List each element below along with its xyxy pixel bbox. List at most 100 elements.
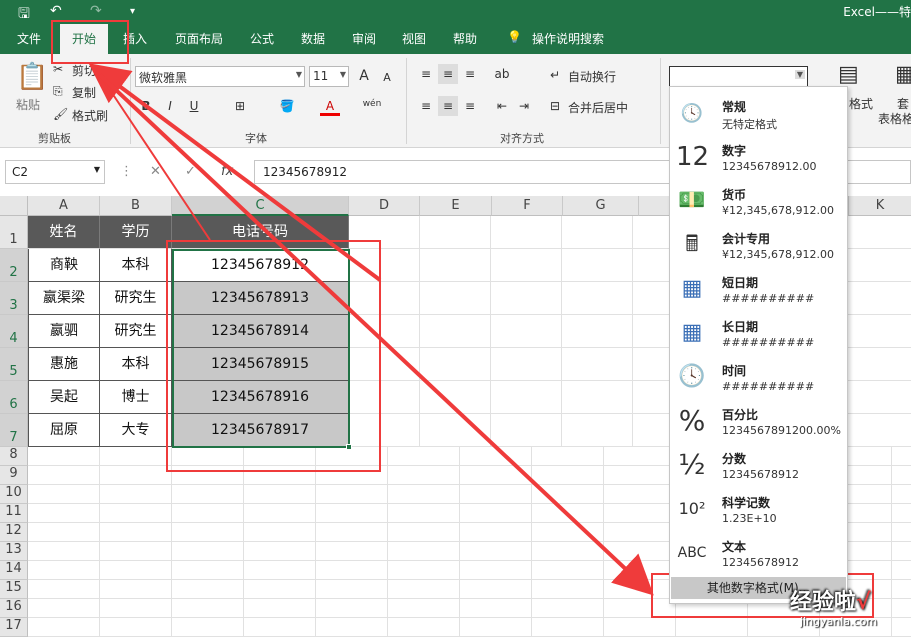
row-header[interactable]: 7 [0,414,28,447]
select-all-button[interactable] [0,196,28,216]
table-cell-education[interactable]: 本科 [100,348,172,381]
table-cell-education[interactable]: 大专 [100,414,172,447]
tab-page-layout[interactable]: 页面布局 [175,30,223,47]
paste-button[interactable]: 粘贴 [16,96,40,113]
orientation-icon[interactable]: ab [492,64,512,84]
format-as-table-icon[interactable]: ▦ [895,62,911,87]
conditional-formatting-button[interactable]: 格式 [849,95,873,112]
format-option-short-date[interactable]: ▦ 短日期 ########## [670,267,847,311]
name-box[interactable]: C2 ▼ [5,160,105,184]
tab-file[interactable]: 文件 [17,30,41,47]
row-header[interactable]: 12 [0,523,28,542]
column-header-a[interactable]: A [28,196,100,216]
font-size-select[interactable]: 11 ▼ [309,66,349,87]
row-header[interactable]: 4 [0,315,28,348]
format-option-scientific[interactable]: 10² 科学记数 1.23E+10 [670,487,847,531]
format-option-long-date[interactable]: ▦ 长日期 ########## [670,311,847,355]
underline-button[interactable]: U [184,96,204,116]
redo-icon[interactable]: ↷ [90,3,102,19]
align-right-icon[interactable]: ≡ [460,96,480,116]
bottom-align-icon[interactable]: ≡ [460,64,480,84]
merge-icon[interactable]: ⊟ [550,99,560,113]
format-painter-icon[interactable]: 🖌 [53,107,68,121]
tell-me-search[interactable]: 操作说明搜索 [532,30,604,47]
table-cell-education[interactable]: 博士 [100,381,172,414]
column-header-e[interactable]: E [420,196,492,216]
header-cell-name[interactable]: 姓名 [28,216,100,249]
format-option-currency[interactable]: 💵 货币 ¥12,345,678,912.00 [670,179,847,223]
format-option-general[interactable]: 🕓 常规 无特定格式 [670,91,847,135]
row-header[interactable]: 11 [0,504,28,523]
header-cell-education[interactable]: 学历 [100,216,172,249]
row-header[interactable]: 2 [0,249,28,282]
format-option-fraction[interactable]: ½ 分数 12345678912 [670,443,847,487]
conditional-formatting-icon[interactable]: ▤ [838,62,859,87]
align-center-icon[interactable]: ≡ [438,96,458,116]
merge-center-button[interactable]: 合并后居中 [568,99,628,116]
row-header[interactable]: 9 [0,466,28,485]
top-align-icon[interactable]: ≡ [416,64,436,84]
customize-qat-icon[interactable]: ▾ [130,6,135,17]
cut-icon[interactable]: ✂ [53,62,63,76]
chevron-down-icon[interactable]: ▼ [94,165,100,174]
column-header-f[interactable]: F [492,196,563,216]
wrap-text-button[interactable]: 自动换行 [568,68,616,85]
copy-button[interactable]: 复制 [72,84,96,101]
table-cell-name[interactable]: 惠施 [28,348,100,381]
copy-icon[interactable]: ⎘ [53,84,63,99]
phonetic-button[interactable]: wén [362,94,382,114]
format-option-number[interactable]: 12 数字 12345678912.00 [670,135,847,179]
borders-icon[interactable]: ⊞ [230,96,250,116]
format-painter-button[interactable]: 格式刷 [72,107,108,124]
chevron-down-icon[interactable]: ▼ [794,70,805,79]
tab-help[interactable]: 帮助 [453,30,477,47]
fill-color-icon[interactable]: 🪣 [277,96,297,116]
format-option-time[interactable]: 🕓 时间 ########## [670,355,847,399]
decrease-indent-icon[interactable]: ⇤ [492,96,512,116]
tab-formulas[interactable]: 公式 [250,30,274,47]
enter-icon[interactable]: ✓ [185,164,196,179]
tab-data[interactable]: 数据 [301,30,325,47]
font-color-button[interactable]: A [320,96,340,116]
paste-icon[interactable]: 📋 [16,62,48,92]
column-header-c[interactable]: C [172,196,349,216]
row-header[interactable]: 6 [0,381,28,414]
format-as-table-button-2[interactable]: 表格格 [878,110,911,127]
table-cell-name[interactable]: 嬴驷 [28,315,100,348]
tab-view[interactable]: 视图 [402,30,426,47]
tab-review[interactable]: 审阅 [352,30,376,47]
row-header[interactable]: 10 [0,485,28,504]
table-cell-education[interactable]: 本科 [100,249,172,282]
row-header[interactable]: 14 [0,561,28,580]
grow-font-button[interactable]: A [354,66,374,86]
table-cell-name[interactable]: 屈原 [28,414,100,447]
column-header-d[interactable]: D [349,196,420,216]
row-header[interactable]: 15 [0,580,28,599]
format-option-percent[interactable]: % 百分比 1234567891200.00% [670,399,847,443]
row-header[interactable]: 13 [0,542,28,561]
italic-button[interactable]: I [160,96,180,116]
middle-align-icon[interactable]: ≡ [438,64,458,84]
insert-function-button[interactable]: fx [221,164,233,179]
table-cell-name[interactable]: 吴起 [28,381,100,414]
bold-button[interactable]: B [136,96,156,116]
increase-indent-icon[interactable]: ⇥ [514,96,534,116]
font-name-select[interactable]: 微软雅黑 ▼ [135,66,305,87]
row-header[interactable]: 1 [0,216,28,249]
table-cell-education[interactable]: 研究生 [100,282,172,315]
undo-icon[interactable]: ↶ [50,3,62,19]
column-header-b[interactable]: B [100,196,172,216]
format-option-accounting[interactable]: 🖩 会计专用 ¥12,345,678,912.00 [670,223,847,267]
wrap-text-icon[interactable]: ↵ [550,68,560,82]
row-header[interactable]: 17 [0,618,28,637]
row-header[interactable]: 8 [0,447,28,466]
table-cell-name[interactable]: 商鞅 [28,249,100,282]
row-header[interactable]: 16 [0,599,28,618]
cut-button[interactable]: 剪切 [72,62,96,79]
row-header[interactable]: 5 [0,348,28,381]
table-cell-name[interactable]: 嬴渠梁 [28,282,100,315]
align-left-icon[interactable]: ≡ [416,96,436,116]
cancel-icon[interactable]: ✕ [150,164,161,179]
format-option-text[interactable]: ABC 文本 12345678912 [670,531,847,575]
column-header-g[interactable]: G [563,196,639,216]
